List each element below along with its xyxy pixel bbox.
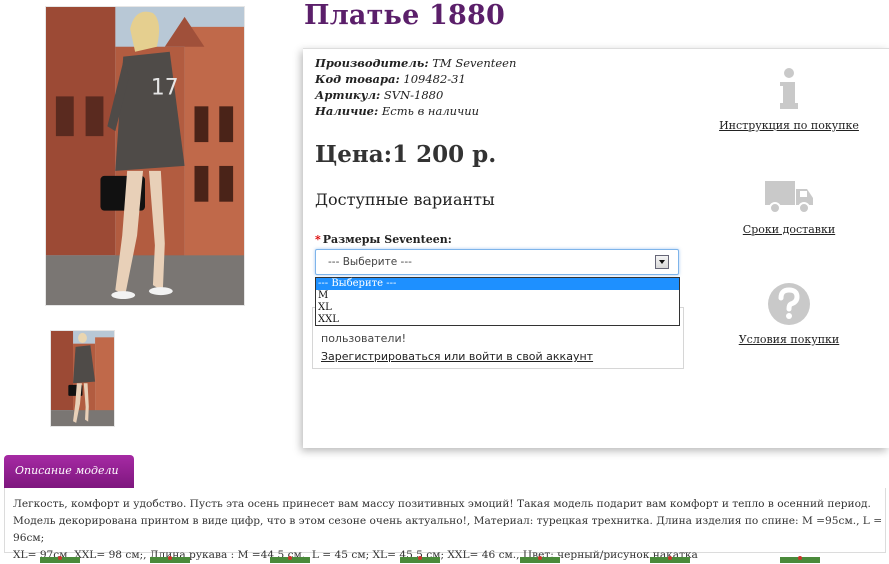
product-price: Цена:1 200 р. [315, 141, 497, 168]
product-meta: Производитель: TM Seventeen Код товара: … [315, 55, 516, 119]
code-value: 109482-31 [403, 72, 466, 86]
size-select[interactable]: --- Выберите --- [315, 249, 679, 275]
garland-decoration [40, 556, 820, 563]
variants-heading: Доступные варианты [315, 190, 495, 209]
size-label: * Размеры Seventeen: [315, 233, 452, 246]
truck-icon [765, 181, 813, 214]
size-select-value: --- Выберите --- [328, 256, 412, 268]
product-thumbnail[interactable] [50, 330, 115, 427]
product-main-photo[interactable]: 17 [45, 6, 245, 306]
manufacturer-value: TM Seventeen [432, 56, 517, 70]
required-mark: * [315, 233, 321, 246]
manufacturer-label: Производитель: [315, 56, 429, 70]
tab-description[interactable]: Описание модели [4, 455, 134, 488]
description-text: Легкость, комфорт и удобство. Пусть эта … [13, 496, 883, 564]
article-label: Артикул: [315, 88, 381, 102]
sidebar-instruction[interactable]: Инструкция по покупке [714, 67, 864, 133]
delivery-link[interactable]: Сроки доставки [743, 223, 835, 236]
info-icon [780, 68, 798, 109]
instruction-link[interactable]: Инструкция по покупке [719, 119, 859, 132]
size-label-text: Размеры Seventeen: [322, 233, 452, 246]
article-value: SVN-1880 [383, 88, 444, 102]
stock-value: Есть в наличии [381, 104, 480, 118]
product-title: Платье 1880 [304, 0, 506, 31]
size-option-default[interactable]: --- Выберите --- [316, 278, 679, 290]
description-line: Модель декорирована принтом в виде цифр,… [13, 515, 883, 544]
code-label: Код товара: [315, 72, 400, 86]
size-option-m[interactable]: M [316, 290, 679, 302]
sidebar-conditions[interactable]: Условия покупки [714, 281, 864, 347]
description-line: Легкость, комфорт и удобство. Пусть эта … [13, 498, 871, 510]
product-info-panel: Производитель: TM Seventeen Код товара: … [303, 48, 889, 448]
conditions-link[interactable]: Условия покупки [739, 333, 840, 346]
size-option-xl[interactable]: XL [316, 302, 679, 314]
chevron-down-icon[interactable] [655, 255, 669, 269]
sidebar-delivery[interactable]: Сроки доставки [714, 177, 864, 237]
svg-text:17: 17 [151, 75, 179, 100]
size-option-xxl[interactable]: XXL [316, 314, 679, 326]
description-panel: Легкость, комфорт и удобство. Пусть эта … [4, 488, 886, 561]
tab-description-label: Описание модели [15, 464, 119, 477]
question-icon [768, 283, 810, 325]
login-notice-text: пользователи! [321, 332, 407, 345]
size-dropdown-list: --- Выберите --- M XL XXL [315, 277, 680, 326]
stock-label: Наличие: [315, 104, 379, 118]
register-login-link[interactable]: Зарегистрироваться или войти в свой акка… [321, 350, 593, 363]
